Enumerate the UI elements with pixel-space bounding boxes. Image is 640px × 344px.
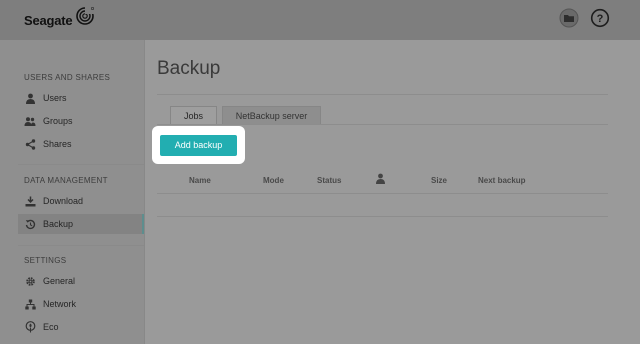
- user-icon: [24, 92, 36, 104]
- tab-netbackup-server[interactable]: NetBackup server: [222, 106, 321, 124]
- section-title-settings: SETTINGS: [24, 256, 67, 265]
- sidebar-item-eco[interactable]: Eco: [18, 317, 144, 337]
- main-content: Backup Jobs NetBackup server Add backup …: [145, 40, 640, 344]
- help-icon[interactable]: ?: [589, 7, 611, 29]
- seagate-swirl-icon: [75, 6, 95, 31]
- owner-column-icon[interactable]: [375, 173, 386, 186]
- sidebar-divider: [18, 245, 144, 246]
- download-icon: [24, 195, 36, 207]
- table-row-divider: [157, 216, 608, 217]
- add-backup-highlight: Add backup: [152, 126, 245, 164]
- add-backup-button[interactable]: Add backup: [160, 134, 237, 156]
- eco-icon: [24, 321, 36, 333]
- active-indicator: [142, 214, 144, 234]
- tab-bar: Jobs NetBackup server: [170, 106, 326, 124]
- sidebar-item-label: General: [43, 276, 76, 286]
- sidebar-item-groups[interactable]: Groups: [18, 111, 144, 131]
- sidebar: USERS AND SHARES Users Groups Shares DAT…: [0, 40, 145, 344]
- top-bar: Seagate ?: [0, 0, 640, 40]
- title-divider: [157, 94, 608, 95]
- page-title: Backup: [157, 58, 221, 79]
- section-title-data-management: DATA MANAGEMENT: [24, 176, 108, 185]
- seagate-logo[interactable]: Seagate: [24, 6, 95, 34]
- sidebar-item-users[interactable]: Users: [18, 88, 144, 108]
- logo-text: Seagate: [24, 12, 73, 28]
- group-icon: [24, 115, 36, 127]
- sidebar-item-label: Shares: [43, 139, 72, 149]
- sidebar-item-general[interactable]: General: [18, 271, 144, 291]
- tab-jobs[interactable]: Jobs: [170, 106, 217, 124]
- sidebar-item-label: Download: [43, 196, 84, 206]
- column-header-mode[interactable]: Mode: [263, 176, 284, 185]
- sidebar-item-label: Backup: [43, 219, 74, 229]
- sidebar-item-label: Eco: [43, 322, 59, 332]
- gear-icon: [24, 275, 36, 287]
- sidebar-item-download[interactable]: Download: [18, 191, 144, 211]
- sidebar-item-label: Groups: [43, 116, 73, 126]
- share-icon: [24, 138, 36, 150]
- sidebar-item-label: Network: [43, 299, 77, 309]
- column-header-status[interactable]: Status: [317, 176, 341, 185]
- network-icon: [24, 298, 36, 310]
- column-header-next-backup[interactable]: Next backup: [478, 176, 526, 185]
- sidebar-item-label: Users: [43, 93, 67, 103]
- section-title-users-and-shares: USERS AND SHARES: [24, 73, 111, 82]
- sidebar-item-backup[interactable]: Backup: [18, 214, 144, 234]
- sidebar-item-shares[interactable]: Shares: [18, 134, 144, 154]
- folder-icon[interactable]: [558, 7, 580, 29]
- table-header-divider: [157, 193, 608, 194]
- sidebar-item-network[interactable]: Network: [18, 294, 144, 314]
- column-header-size[interactable]: Size: [431, 176, 447, 185]
- column-header-name[interactable]: Name: [189, 176, 211, 185]
- tab-bar-divider: [157, 124, 608, 125]
- backup-icon: [24, 218, 36, 230]
- svg-text:?: ?: [597, 13, 604, 25]
- sidebar-divider: [18, 164, 144, 165]
